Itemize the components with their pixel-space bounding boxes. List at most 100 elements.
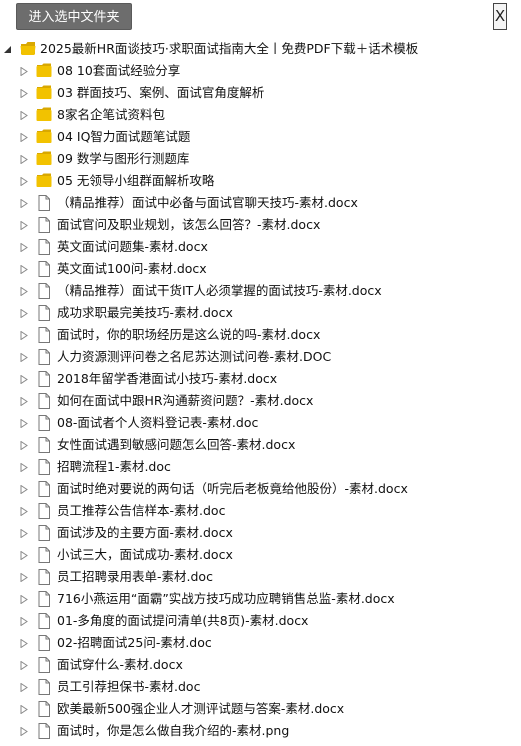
expand-arrow-icon[interactable]: [20, 434, 30, 456]
folder-icon: [36, 151, 52, 166]
expand-arrow-icon[interactable]: [20, 456, 30, 478]
tree-file-row[interactable]: 2018年留学香港面试小技巧-素材.docx: [0, 368, 521, 390]
expand-arrow-icon[interactable]: [20, 236, 30, 258]
folder-icon: [36, 107, 52, 122]
tree-item-label: 员工推荐公告信样本-素材.doc: [57, 503, 226, 518]
expand-arrow-icon[interactable]: [20, 676, 30, 698]
expand-arrow-icon[interactable]: [20, 698, 30, 720]
tree-file-row[interactable]: 01-多角度的面试提问清单(共8页)-素材.docx: [0, 610, 521, 632]
tree-file-row[interactable]: 员工招聘录用表单-素材.doc: [0, 566, 521, 588]
tree-file-row[interactable]: 面试涉及的主要方面-素材.docx: [0, 522, 521, 544]
file-icon: [36, 239, 52, 255]
tree-item-label: 成功求职最完美技巧-素材.docx: [57, 305, 233, 320]
expand-arrow-icon[interactable]: [20, 588, 30, 610]
collapse-arrow-icon[interactable]: [3, 38, 13, 60]
expand-arrow-icon[interactable]: [20, 720, 30, 742]
tree-file-row[interactable]: 人力资源测评问卷之名尼苏达测试问卷-素材.DOC: [0, 346, 521, 368]
tree-file-row[interactable]: 小试三大，面试成功-素材.docx: [0, 544, 521, 566]
expand-arrow-icon[interactable]: [20, 654, 30, 676]
expand-arrow-icon[interactable]: [20, 170, 30, 192]
tree-file-row[interactable]: 716小燕运用“面霸”实战方技巧成功应聘销售总监-素材.docx: [0, 588, 521, 610]
enter-selected-folder-button[interactable]: 进入选中文件夹: [16, 3, 132, 30]
tree-file-row[interactable]: 面试官问及职业规划，该怎么回答？-素材.docx: [0, 214, 521, 236]
expand-arrow-icon[interactable]: [20, 610, 30, 632]
file-icon: [36, 657, 52, 673]
tree-folder-row[interactable]: 09 数学与图形行测题库: [0, 148, 521, 170]
tree-item-label: 01-多角度的面试提问清单(共8页)-素材.docx: [57, 613, 309, 628]
tree-file-row[interactable]: 面试时，你的职场经历是这么说的吗-素材.docx: [0, 324, 521, 346]
tree-folder-row[interactable]: 03 群面技巧、案例、面试官角度解析: [0, 82, 521, 104]
expand-arrow-icon[interactable]: [20, 82, 30, 104]
expand-arrow-icon[interactable]: [20, 478, 30, 500]
tree-file-row[interactable]: 面试穿什么-素材.docx: [0, 654, 521, 676]
tree-item-label: 09 数学与图形行测题库: [57, 151, 190, 166]
file-icon: [36, 679, 52, 695]
tree-item-label: 面试涉及的主要方面-素材.docx: [57, 525, 233, 540]
expand-arrow-icon[interactable]: [20, 412, 30, 434]
expand-arrow-icon[interactable]: [20, 148, 30, 170]
tree-file-row[interactable]: 员工引荐担保书-素材.doc: [0, 676, 521, 698]
tree-item-label: 女性面试遇到敏感问题怎么回答-素材.docx: [57, 437, 296, 452]
tree-file-row[interactable]: 成功求职最完美技巧-素材.docx: [0, 302, 521, 324]
tree-file-row[interactable]: （精品推荐）面试中必备与面试官聊天技巧-素材.docx: [0, 192, 521, 214]
tree-folder-row[interactable]: 08 10套面试经验分享: [0, 60, 521, 82]
expand-arrow-icon[interactable]: [20, 258, 30, 280]
tree-file-row[interactable]: 面试时，你是怎么做自我介绍的-素材.png: [0, 720, 521, 742]
expand-arrow-icon[interactable]: [20, 632, 30, 654]
expand-arrow-icon[interactable]: [20, 544, 30, 566]
file-icon: [36, 349, 52, 365]
tree-item-label: 04 IQ智力面试题笔试题: [57, 129, 191, 144]
expand-arrow-icon[interactable]: [20, 126, 30, 148]
tree-folder-row[interactable]: 05 无领导小组群面解析攻略: [0, 170, 521, 192]
close-button[interactable]: X: [493, 3, 507, 30]
file-icon: [36, 195, 52, 211]
file-icon: [36, 701, 52, 717]
tree-file-row[interactable]: 如何在面试中跟HR沟通薪资问题？-素材.docx: [0, 390, 521, 412]
expand-arrow-icon[interactable]: [20, 60, 30, 82]
file-icon: [36, 459, 52, 475]
tree-file-row[interactable]: （精品推荐）面试干货IT人必须掌握的面试技巧-素材.docx: [0, 280, 521, 302]
expand-arrow-icon[interactable]: [20, 192, 30, 214]
file-icon: [36, 569, 52, 585]
file-icon: [36, 217, 52, 233]
expand-arrow-icon[interactable]: [20, 522, 30, 544]
expand-arrow-icon[interactable]: [20, 566, 30, 588]
expand-arrow-icon[interactable]: [20, 390, 30, 412]
file-icon: [36, 591, 52, 607]
file-icon: [36, 503, 52, 519]
tree-item-label: 英文面试100问-素材.docx: [57, 261, 207, 276]
tree-item-label: 面试官问及职业规划，该怎么回答？-素材.docx: [57, 217, 321, 232]
expand-arrow-icon[interactable]: [20, 324, 30, 346]
file-icon: [36, 393, 52, 409]
expand-arrow-icon[interactable]: [20, 346, 30, 368]
tree-item-label: 小试三大，面试成功-素材.docx: [57, 547, 233, 562]
expand-arrow-icon[interactable]: [20, 104, 30, 126]
tree-item-label: 如何在面试中跟HR沟通薪资问题？-素材.docx: [57, 393, 314, 408]
expand-arrow-icon[interactable]: [20, 280, 30, 302]
tree-file-row[interactable]: 女性面试遇到敏感问题怎么回答-素材.docx: [0, 434, 521, 456]
tree-file-row[interactable]: 英文面试100问-素材.docx: [0, 258, 521, 280]
file-icon: [36, 283, 52, 299]
tree-folder-row[interactable]: 8家名企笔试资料包: [0, 104, 521, 126]
tree-root-row[interactable]: 2025最新HR面谈技巧·求职面试指南大全丨免费PDF下载＋话术模板: [0, 38, 521, 60]
tree-file-row[interactable]: 02-招聘面试25问-素材.doc: [0, 632, 521, 654]
folder-icon: [36, 63, 52, 78]
tree-item-label: 02-招聘面试25问-素材.doc: [57, 635, 212, 650]
tree-file-row[interactable]: 欧美最新500强企业人才测评试题与答案-素材.docx: [0, 698, 521, 720]
expand-arrow-icon[interactable]: [20, 368, 30, 390]
file-icon: [36, 437, 52, 453]
expand-arrow-icon[interactable]: [20, 500, 30, 522]
tree-item-label: 05 无领导小组群面解析攻略: [57, 173, 215, 188]
tree-file-row[interactable]: 员工推荐公告信样本-素材.doc: [0, 500, 521, 522]
expand-arrow-icon[interactable]: [20, 302, 30, 324]
expand-arrow-icon[interactable]: [20, 214, 30, 236]
tree-file-row[interactable]: 招聘流程1-素材.doc: [0, 456, 521, 478]
tree-item-label: 2018年留学香港面试小技巧-素材.docx: [57, 371, 278, 386]
tree-folder-row[interactable]: 04 IQ智力面试题笔试题: [0, 126, 521, 148]
tree-file-row[interactable]: 面试时绝对要说的两句话（听完后老板竟给他股份）-素材.docx: [0, 478, 521, 500]
tree-item-label: （精品推荐）面试中必备与面试官聊天技巧-素材.docx: [57, 195, 358, 210]
tree-file-row[interactable]: 英文面试问题集-素材.docx: [0, 236, 521, 258]
file-icon: [36, 547, 52, 563]
tree-item-label: 员工招聘录用表单-素材.doc: [57, 569, 213, 584]
tree-file-row[interactable]: 08-面试者个人资料登记表-素材.doc: [0, 412, 521, 434]
